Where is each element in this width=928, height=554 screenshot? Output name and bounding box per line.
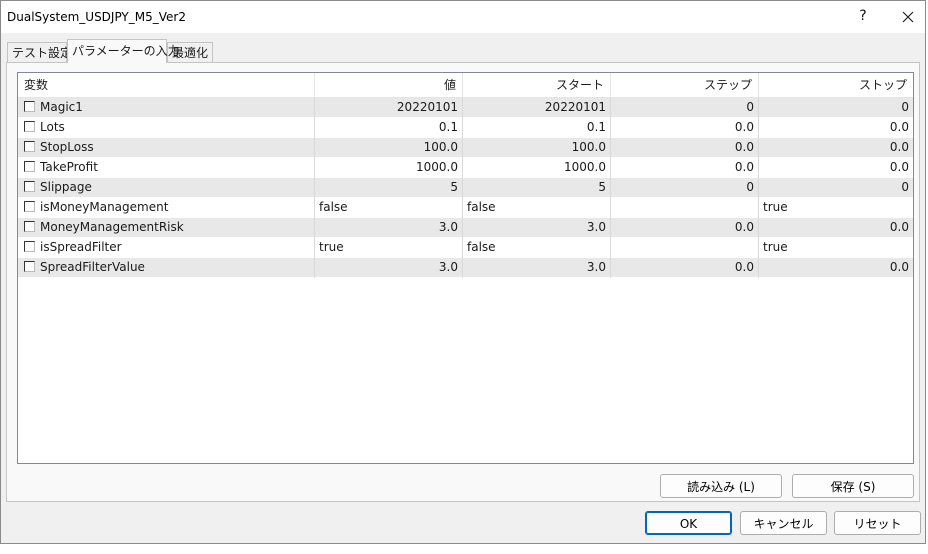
column-header-start[interactable]: スタート	[463, 73, 611, 98]
variable-name: SpreadFilterValue	[40, 260, 145, 274]
variable-name: StopLoss	[40, 140, 94, 154]
parameter-table: 変数 値 スタート ステップ ストップ Magic1 20220101 202201…	[17, 72, 914, 464]
ok-button[interactable]: OK	[645, 511, 732, 535]
variable-name: Slippage	[40, 180, 92, 194]
cell-variable: MoneyManagementRisk	[18, 218, 315, 238]
cell-stop[interactable]: 0.0	[759, 258, 913, 278]
table-row[interactable]: isMoneyManagement false false true	[18, 198, 913, 218]
cell-stop[interactable]: 0.0	[759, 138, 913, 158]
variable-name: isMoneyManagement	[40, 200, 169, 214]
cell-start[interactable]: 1000.0	[463, 158, 611, 178]
optimize-checkbox[interactable]	[24, 181, 35, 192]
tab-parameter-input[interactable]: パラメーターの入力	[67, 39, 180, 63]
cell-variable: isSpreadFilter	[18, 238, 315, 258]
table-row[interactable]: StopLoss 100.0 100.0 0.0 0.0	[18, 138, 913, 158]
load-button[interactable]: 読み込み (L)	[660, 474, 782, 498]
cell-value[interactable]: 5	[315, 178, 463, 198]
reset-button[interactable]: リセット	[834, 511, 921, 535]
column-header-variable[interactable]: 変数	[18, 73, 315, 98]
cell-stop[interactable]: true	[759, 238, 913, 258]
cell-step[interactable]: 0	[611, 98, 759, 118]
variable-name: Magic1	[40, 100, 83, 114]
cell-variable: Magic1	[18, 98, 315, 118]
variable-name: MoneyManagementRisk	[40, 220, 184, 234]
cell-step[interactable]	[611, 198, 759, 218]
cell-value[interactable]: false	[315, 198, 463, 218]
title-bar: DualSystem_USDJPY_M5_Ver2 ?	[1, 1, 925, 33]
tab-test-settings[interactable]: テスト設定	[7, 42, 72, 62]
close-icon[interactable]	[891, 4, 925, 28]
cell-start[interactable]: false	[463, 198, 611, 218]
cell-stop[interactable]: 0	[759, 178, 913, 198]
cell-start[interactable]: 20220101	[463, 98, 611, 118]
cell-start[interactable]: 100.0	[463, 138, 611, 158]
cell-stop[interactable]: 0.0	[759, 158, 913, 178]
cell-value[interactable]: 1000.0	[315, 158, 463, 178]
table-row[interactable]: isSpreadFilter true false true	[18, 238, 913, 258]
window-title: DualSystem_USDJPY_M5_Ver2	[7, 10, 186, 24]
column-header-step[interactable]: ステップ	[611, 73, 759, 98]
cell-value[interactable]: 3.0	[315, 258, 463, 278]
optimize-checkbox[interactable]	[24, 101, 35, 112]
table-header: 変数 値 スタート ステップ ストップ	[18, 73, 913, 98]
dialog-window: DualSystem_USDJPY_M5_Ver2 ? テスト設定 パラメーター…	[0, 0, 926, 544]
optimize-checkbox[interactable]	[24, 121, 35, 132]
cell-value[interactable]: 0.1	[315, 118, 463, 138]
optimize-checkbox[interactable]	[24, 241, 35, 252]
column-header-stop[interactable]: ストップ	[759, 73, 913, 98]
cell-step[interactable]: 0.0	[611, 118, 759, 138]
cell-start[interactable]: 3.0	[463, 258, 611, 278]
cell-step[interactable]: 0	[611, 178, 759, 198]
save-button[interactable]: 保存 (S)	[792, 474, 914, 498]
cell-value[interactable]: true	[315, 238, 463, 258]
optimize-checkbox[interactable]	[24, 261, 35, 272]
cell-start[interactable]: false	[463, 238, 611, 258]
cell-value[interactable]: 3.0	[315, 218, 463, 238]
table-row[interactable]: SpreadFilterValue 3.0 3.0 0.0 0.0	[18, 258, 913, 278]
table-row[interactable]: TakeProfit 1000.0 1000.0 0.0 0.0	[18, 158, 913, 178]
cell-stop[interactable]: 0	[759, 98, 913, 118]
cell-start[interactable]: 3.0	[463, 218, 611, 238]
cancel-button[interactable]: キャンセル	[740, 511, 827, 535]
variable-name: isSpreadFilter	[40, 240, 122, 254]
cell-step[interactable]: 0.0	[611, 138, 759, 158]
cell-start[interactable]: 0.1	[463, 118, 611, 138]
cell-step[interactable]: 0.0	[611, 158, 759, 178]
cell-stop[interactable]: true	[759, 198, 913, 218]
column-header-value[interactable]: 値	[315, 73, 463, 98]
variable-name: Lots	[40, 120, 65, 134]
cell-step[interactable]: 0.0	[611, 218, 759, 238]
cell-start[interactable]: 5	[463, 178, 611, 198]
table-row[interactable]: Lots 0.1 0.1 0.0 0.0	[18, 118, 913, 138]
table-row[interactable]: Magic1 20220101 20220101 0 0	[18, 98, 913, 118]
cell-step[interactable]	[611, 238, 759, 258]
cell-variable: TakeProfit	[18, 158, 315, 178]
cell-variable: isMoneyManagement	[18, 198, 315, 218]
table-row[interactable]: MoneyManagementRisk 3.0 3.0 0.0 0.0	[18, 218, 913, 238]
optimize-checkbox[interactable]	[24, 141, 35, 152]
optimize-checkbox[interactable]	[24, 221, 35, 232]
variable-name: TakeProfit	[40, 160, 98, 174]
cell-stop[interactable]: 0.0	[759, 118, 913, 138]
cell-variable: Slippage	[18, 178, 315, 198]
table-row[interactable]: Slippage 5 5 0 0	[18, 178, 913, 198]
help-icon[interactable]: ?	[853, 4, 873, 28]
cell-variable: StopLoss	[18, 138, 315, 158]
cell-value[interactable]: 20220101	[315, 98, 463, 118]
optimize-checkbox[interactable]	[24, 161, 35, 172]
desktop-background	[0, 544, 928, 554]
cell-step[interactable]: 0.0	[611, 258, 759, 278]
cell-value[interactable]: 100.0	[315, 138, 463, 158]
cell-variable: SpreadFilterValue	[18, 258, 315, 278]
optimize-checkbox[interactable]	[24, 201, 35, 212]
cell-stop[interactable]: 0.0	[759, 218, 913, 238]
cell-variable: Lots	[18, 118, 315, 138]
